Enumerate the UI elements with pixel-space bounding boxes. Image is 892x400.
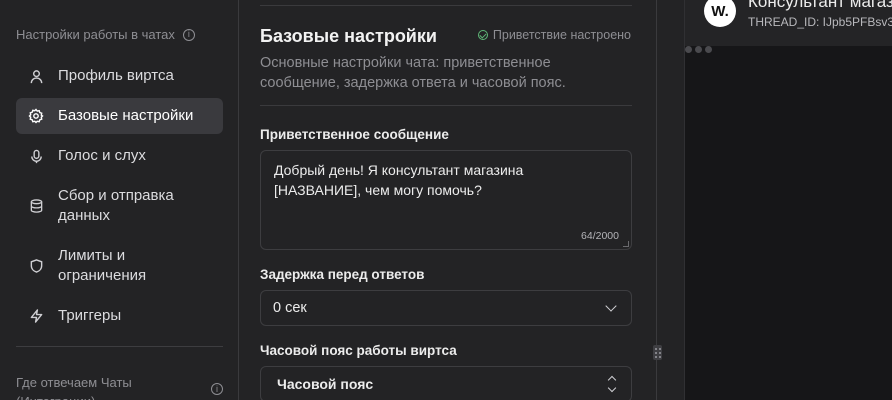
resize-grip-icon[interactable] (623, 241, 629, 247)
info-icon[interactable]: i (211, 383, 223, 395)
thread-id: THREAD_ID: IJpb5PFBsv3 (748, 15, 892, 29)
greeting-label: Приветственное сообщение (260, 127, 449, 142)
delay-label: Задержка перед ответов (260, 267, 425, 282)
shield-icon (28, 258, 44, 274)
settings-sidebar: Настройки работы в чатах i Профиль виртс… (0, 0, 239, 400)
chat-header: W. Консультант магазина THREAD_ID: IJpb5… (685, 0, 892, 46)
top-divider (260, 5, 632, 6)
header-divider (260, 105, 632, 106)
typing-indicator (685, 46, 712, 53)
page-title: Базовые настройки (260, 26, 437, 46)
chevron-down-icon (605, 300, 617, 312)
sidebar-item-voice[interactable]: Голос и слух (16, 142, 223, 170)
panel-resize-handle[interactable] (653, 345, 662, 360)
sidebar-item-label: Лимиты и ограничения (58, 247, 147, 284)
chat-title: Консультант магазина (748, 0, 892, 11)
sidebar-item-profile[interactable]: Профиль виртса (16, 62, 223, 90)
sidebar-item-limits[interactable]: Лимиты и ограничения (16, 245, 223, 287)
microphone-icon (28, 148, 44, 164)
database-icon (28, 198, 44, 214)
chevron-up-down-icon (607, 375, 617, 393)
sidebar-item-label: Триггеры (58, 307, 122, 324)
avatar: W. (704, 0, 736, 27)
check-circle-icon (477, 30, 488, 40)
greeting-text[interactable]: Добрый день! Я консультант магазина [НАЗ… (274, 160, 614, 200)
sidebar-item-data-collection[interactable]: Сбор и отправка данных (16, 185, 223, 227)
info-icon[interactable]: i (182, 28, 195, 41)
status-badge: Приветствие настроено (477, 28, 631, 42)
sidebar-item-label: Сбор и отправка данных (58, 187, 174, 224)
sidebar-item-label: Голос и слух (58, 147, 146, 164)
sidebar-item-triggers[interactable]: Триггеры (16, 302, 223, 330)
timezone-value: Часовой пояс (277, 376, 374, 392)
delay-select[interactable]: 0 сек (260, 290, 632, 326)
sidebar-section-title: Настройки работы в чатах i (16, 27, 195, 42)
sidebar-item-label: Профиль виртса (58, 67, 174, 84)
page-description: Основные настройки чата: приветственное … (260, 55, 566, 91)
sidebar-item-label: Базовые настройки (58, 107, 194, 124)
chat-preview-panel: W. Консультант магазина THREAD_ID: IJpb5… (684, 0, 892, 400)
sidebar-section-integrations: Где отвечаем Чаты (Интеграции) i (16, 373, 223, 400)
user-icon (28, 68, 44, 84)
sidebar-item-basic-settings[interactable]: Базовые настройки (16, 98, 223, 134)
greeting-textarea[interactable]: Добрый день! Я консультант магазина [НАЗ… (260, 150, 632, 250)
main-settings-panel: Базовые настройки Приветствие настроено … (240, 0, 657, 400)
lightning-icon (28, 308, 44, 324)
sidebar-divider (16, 346, 223, 347)
char-counter: 64/2000 (581, 230, 619, 242)
gear-icon (28, 108, 44, 124)
timezone-select[interactable]: Часовой пояс (260, 366, 632, 400)
timezone-label: Часовой пояс работы виртса (260, 343, 457, 358)
delay-value: 0 сек (273, 300, 307, 316)
